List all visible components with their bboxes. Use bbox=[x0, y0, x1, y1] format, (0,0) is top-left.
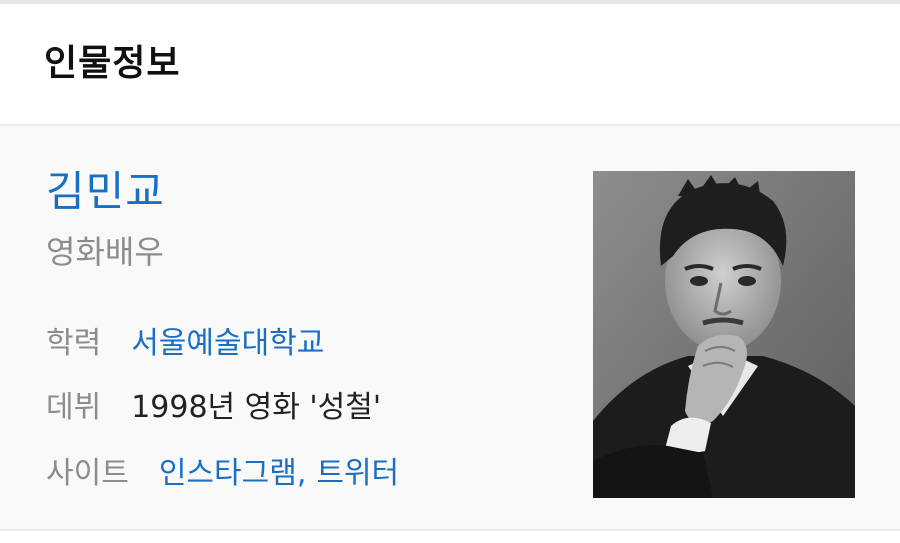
education-link[interactable]: 서울예술대학교 bbox=[131, 324, 324, 364]
person-info-panel: 인물정보 김민교 영화배우 학력 서울예술대학교 데뷔 1998년 영화 '성철… bbox=[0, 0, 900, 543]
site-row: 사이트 인스타그램 , 트위터 bbox=[46, 452, 399, 496]
debut-value: 1998년 영화 '성철' bbox=[131, 390, 382, 425]
profile-photo[interactable] bbox=[593, 171, 855, 498]
profile-photo-image bbox=[593, 171, 855, 498]
instagram-link[interactable]: 인스타그램 bbox=[159, 454, 297, 494]
bottom-area bbox=[0, 531, 900, 543]
person-role: 영화배우 bbox=[46, 233, 164, 271]
education-row: 학력 서울예술대학교 bbox=[46, 322, 324, 366]
debut-label: 데뷔 bbox=[46, 390, 102, 425]
site-separator: , bbox=[296, 456, 307, 491]
site-label: 사이트 bbox=[46, 456, 129, 491]
education-label: 학력 bbox=[46, 326, 102, 361]
twitter-link[interactable]: 트위터 bbox=[316, 454, 399, 494]
person-card: 김민교 영화배우 학력 서울예술대학교 데뷔 1998년 영화 '성철' 사이트… bbox=[0, 126, 900, 529]
section-title: 인물정보 bbox=[44, 43, 181, 84]
section-header: 인물정보 bbox=[0, 4, 900, 124]
debut-row: 데뷔 1998년 영화 '성철' bbox=[46, 386, 381, 430]
person-name-link[interactable]: 김민교 bbox=[46, 166, 165, 218]
